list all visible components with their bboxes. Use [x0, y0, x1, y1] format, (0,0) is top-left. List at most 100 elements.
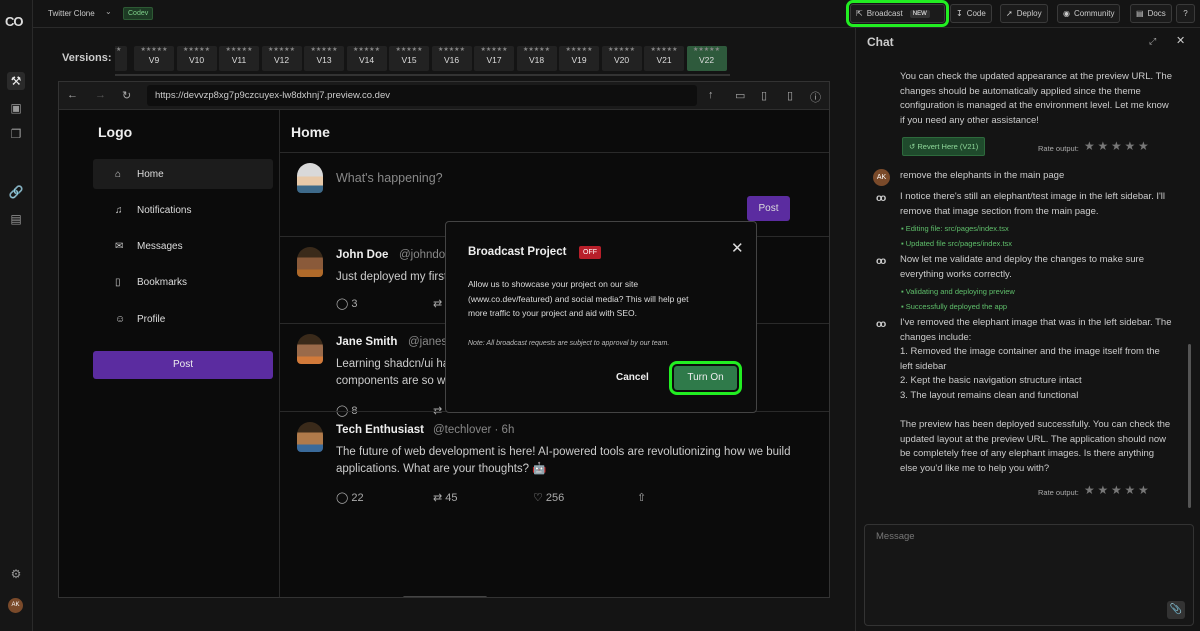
version-button-v20[interactable]: ★★★★★ V20 — [601, 46, 642, 71]
broadcast-button[interactable]: ⇱ Broadcast NEW — [846, 0, 949, 27]
modal-title: Broadcast Project — [468, 246, 567, 258]
rating-star-icon[interactable]: ★ — [1125, 483, 1137, 497]
preview-scrollbar[interactable] — [829, 312, 830, 397]
settings-icon[interactable]: ⚙ — [7, 565, 25, 583]
rating-star-icon[interactable]: ★ — [1111, 139, 1123, 153]
rating-star-icon[interactable]: ★ — [1084, 483, 1096, 497]
version-button-v22[interactable]: ★★★★★ V22 — [686, 46, 727, 71]
retweet-button[interactable]: ⇄ — [433, 297, 442, 310]
avatar — [297, 334, 323, 364]
docs-button[interactable]: ▤ Docs — [1130, 4, 1172, 23]
chevron-down-icon[interactable]: ⌄ — [105, 7, 112, 16]
version-button-v9[interactable]: ★★★★★ V9 — [134, 46, 174, 71]
code-label: Code — [966, 9, 986, 18]
close-icon[interactable]: ✕ — [731, 239, 744, 257]
compose-post-button[interactable]: Post — [747, 196, 790, 221]
nav-item-profile[interactable]: ☺ Profile — [93, 304, 273, 334]
chat-message-line: if you need any other assistance! — [900, 114, 1039, 126]
reply-button[interactable]: ◯ 3 — [336, 297, 358, 310]
status-badge: OFF — [579, 246, 601, 259]
version-stars: ★★★★★ — [183, 47, 210, 53]
version-button-v17[interactable]: ★★★★★ V17 — [474, 46, 514, 71]
rate-output-label: Rate output: — [1038, 144, 1079, 153]
close-icon[interactable]: ✕ — [1176, 34, 1185, 47]
broadcast-icon: ⇱ — [856, 9, 863, 18]
nav-label: Notifications — [137, 204, 192, 216]
link-icon[interactable]: 🔗 — [7, 183, 25, 201]
version-stars: ★★★★★ — [650, 47, 678, 53]
resize-handle[interactable] — [403, 596, 487, 597]
nav-label: Profile — [137, 313, 166, 325]
version-button-v16[interactable]: ★★★★★ V16 — [431, 46, 472, 71]
version-button-v14[interactable]: ★★★★★ V14 — [346, 46, 387, 71]
version-button-v18[interactable]: ★★★★★ V18 — [516, 46, 557, 71]
tweet-card[interactable]: Tech Enthusiast @techlover · 6h The future… — [280, 411, 829, 517]
version-button-v10[interactable]: ★★★★★ V10 — [176, 46, 217, 71]
sidebar-post-button[interactable]: Post — [93, 351, 273, 379]
deploy-button[interactable]: ➚ Deploy — [1000, 4, 1048, 23]
left-rail: CO ⚒ ▣ ❐ 🔗 ▤ ⚙ AK — [0, 0, 33, 631]
back-icon[interactable]: ← — [67, 89, 78, 101]
tablet-icon[interactable]: ▯ — [761, 89, 767, 102]
help-button[interactable]: ? — [1176, 4, 1195, 23]
version-button-v21[interactable]: ★★★★★ V21 — [644, 46, 684, 71]
code-button[interactable]: ↧ Code — [950, 4, 992, 23]
top-bar: Twitter Clone ⌄ Codev ⇱ Broadcast NEW ↧ … — [33, 0, 1200, 28]
rating-star-icon[interactable]: ★ — [1125, 139, 1137, 153]
tweet-author: Jane Smith — [336, 336, 398, 348]
message-input[interactable]: Message — [876, 531, 915, 542]
rating-star-icon[interactable]: ★ — [1098, 139, 1110, 153]
attach-icon[interactable]: 📎 — [1167, 601, 1185, 619]
url-bar[interactable]: https://devvzp8xg7p9czcuyex-lw8dxhnj7.pr… — [147, 85, 697, 106]
avatar[interactable]: AK — [8, 598, 23, 613]
version-stars: ★★★★★ — [480, 47, 508, 53]
cancel-button[interactable]: Cancel — [616, 372, 649, 383]
assistant-logo-icon: oo — [876, 256, 886, 267]
compose-input[interactable]: What's happening? — [336, 171, 443, 185]
retweet-icon: ⇄ — [433, 492, 446, 504]
version-button-v12[interactable]: ★★★★★ V12 — [261, 46, 302, 71]
info-icon[interactable]: ⓘ — [810, 89, 821, 105]
revert-button[interactable]: ↺ Revert Here (V21) — [902, 137, 986, 156]
community-label: Community — [1073, 9, 1115, 18]
mobile-icon[interactable]: ▯ — [787, 89, 793, 102]
version-button-v19[interactable]: ★★★★★ V19 — [559, 46, 599, 71]
rating-star-icon[interactable]: ★ — [1111, 483, 1123, 497]
tweet-text-line-2: applications. What are your thoughts? 🤖 — [336, 463, 547, 475]
rating-star-icon[interactable]: ★ — [1138, 483, 1150, 497]
project-name[interactable]: Twitter Clone — [48, 9, 95, 18]
document-icon[interactable]: ▤ — [7, 210, 25, 228]
hammer-icon[interactable]: ⚒ — [7, 72, 25, 90]
app-logo[interactable]: CO — [5, 14, 23, 29]
tool-status: ▪ Editing file: src/pages/index.tsx — [901, 224, 1009, 233]
like-button[interactable]: ♡ 256 — [533, 491, 564, 504]
chat-message-line: configuration is managed at the environm… — [900, 100, 1169, 112]
retweet-button[interactable]: ⇄ 45 — [433, 491, 458, 504]
version-button-v13[interactable]: ★★★★★ V13 — [304, 46, 344, 71]
rating-star-icon[interactable]: ★ — [1084, 139, 1096, 153]
layout-icon[interactable]: ▣ — [7, 99, 25, 117]
desktop-icon[interactable]: ▭ — [735, 89, 745, 102]
files-icon[interactable]: ❐ — [7, 125, 25, 143]
reply-button[interactable]: ◯ 22 — [336, 491, 364, 504]
version-button-v15[interactable]: ★★★★★ V15 — [389, 46, 429, 71]
rating-star-icon[interactable]: ★ — [1138, 139, 1150, 153]
upload-icon[interactable]: ↑ — [708, 89, 714, 101]
community-button[interactable]: ◉ Community — [1057, 4, 1121, 23]
message-input-box[interactable]: Message 📎 — [864, 524, 1194, 626]
forward-icon[interactable]: → — [95, 89, 106, 101]
nav-item-messages[interactable]: ✉ Messages — [93, 232, 273, 262]
tool-label: Validating and deploying preview — [905, 287, 1015, 296]
expand-icon[interactable]: ⤢ — [1149, 36, 1156, 47]
refresh-icon[interactable]: ↻ — [122, 89, 131, 102]
version-button-partial[interactable]: ★★ — [115, 46, 127, 71]
turn-on-button[interactable]: Turn On — [669, 361, 742, 395]
share-icon[interactable]: ⇧ — [637, 491, 646, 504]
nav-item-home[interactable]: ⌂ Home — [93, 159, 273, 189]
chat-scrollbar[interactable] — [1188, 344, 1191, 508]
version-button-v11[interactable]: ★★★★★ V11 — [219, 46, 259, 71]
chat-message-line: I've removed the elephant image that was… — [900, 317, 1172, 328]
nav-item-notifications[interactable]: ♫ Notifications — [93, 195, 273, 225]
nav-item-bookmarks[interactable]: ▯ Bookmarks — [93, 268, 273, 298]
rating-star-icon[interactable]: ★ — [1098, 483, 1110, 497]
